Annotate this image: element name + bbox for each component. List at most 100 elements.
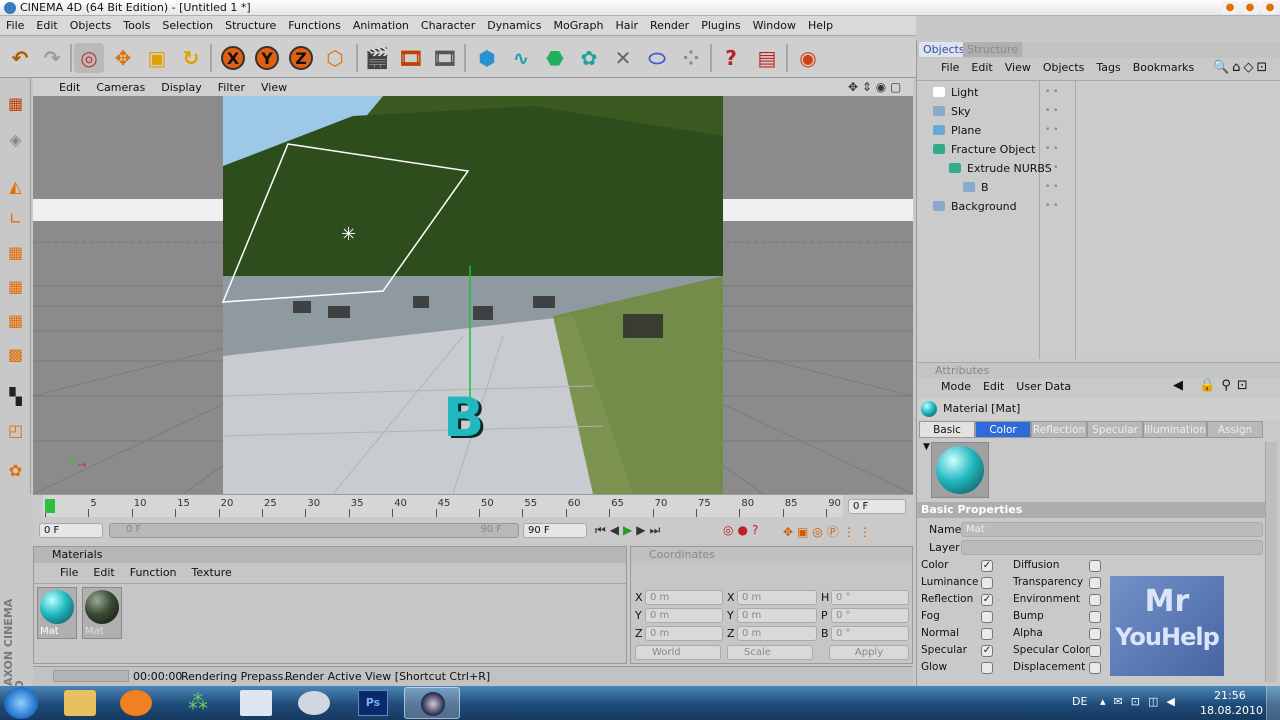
minimize-icon[interactable]: ● [1222, 1, 1238, 14]
live-selection-icon[interactable]: ◎ [74, 43, 104, 73]
render-view-icon[interactable]: 🎬 [362, 43, 392, 73]
object-row[interactable]: B • • [917, 178, 1280, 196]
close-icon[interactable]: ● [1262, 1, 1278, 14]
viewport-menu-view[interactable]: View [253, 81, 295, 94]
clock-date[interactable]: 18.08.2010 [1200, 704, 1263, 717]
scale-icon[interactable]: ▣ [142, 43, 172, 73]
menu-character[interactable]: Character [415, 19, 481, 32]
attr-tab-basic[interactable]: Basic [919, 421, 976, 438]
objects-menu-view[interactable]: View [1001, 61, 1039, 74]
polygons-mode-icon[interactable]: ▦ [3, 308, 28, 333]
name-field[interactable]: Mat [961, 522, 1263, 537]
channel-checkbox[interactable]: ✓ [981, 645, 993, 657]
objects-menu-edit[interactable]: Edit [967, 61, 1000, 74]
layout-icon[interactable]: ◉ [793, 43, 823, 73]
object-row[interactable]: Plane • • [917, 121, 1280, 139]
nurbs-icon[interactable]: ⬣ [540, 43, 570, 73]
channel-checkbox[interactable]: ✓ [981, 560, 993, 572]
visibility-dots-icon[interactable]: • • [1045, 144, 1058, 154]
x-axis-button[interactable]: X [218, 43, 248, 73]
playhead[interactable] [45, 499, 55, 513]
move-icon[interactable]: ✥ [108, 43, 138, 73]
document-taskbar-icon[interactable] [240, 690, 272, 716]
menu-edit[interactable]: Edit [30, 19, 63, 32]
environment-icon[interactable]: ⁘ [676, 43, 706, 73]
pos-x-field[interactable]: 0 m [645, 590, 723, 605]
rot-b-field[interactable]: 0 ° [831, 626, 909, 641]
material-thumb-1[interactable]: Mat [37, 587, 77, 639]
workplane-icon[interactable]: ◰ [3, 418, 28, 443]
tray-icons[interactable]: ▴✉⊡◫◀ [1100, 695, 1183, 708]
attr-tab-assign[interactable]: Assign [1207, 421, 1264, 438]
menu-hair[interactable]: Hair [609, 19, 644, 32]
show-desktop-button[interactable] [1266, 686, 1280, 720]
timeline-ruler[interactable]: 051015202530354045505560657075808590 [43, 495, 843, 517]
coordinate-system-select[interactable]: World [635, 645, 721, 660]
viewport-menu-cameras[interactable]: Cameras [88, 81, 153, 94]
channel-checkbox[interactable] [1089, 577, 1101, 589]
array-icon[interactable]: ✿ [574, 43, 604, 73]
channel-checkbox[interactable] [981, 662, 993, 674]
texture-mode-icon[interactable]: ▚ [3, 384, 28, 409]
snapping-icon[interactable]: ✿ [3, 458, 28, 483]
rot-h-field[interactable]: 0 ° [831, 590, 909, 605]
maximize-icon[interactable]: ● [1242, 1, 1258, 14]
channel-checkbox[interactable] [1089, 662, 1101, 674]
menu-functions[interactable]: Functions [282, 19, 347, 32]
coordinate-system-icon[interactable]: ⬡ [320, 43, 350, 73]
uvw-mode-icon[interactable]: ▩ [3, 342, 28, 367]
undo-icon[interactable]: ↶ [5, 43, 35, 73]
visibility-dots-icon[interactable]: • • [1045, 201, 1058, 211]
attributes-menu-edit[interactable]: Edit [979, 380, 1012, 393]
current-frame-field[interactable]: 0 F [848, 499, 906, 514]
media-player-taskbar-icon[interactable] [120, 690, 152, 716]
viewport-menu-edit[interactable]: Edit [51, 81, 88, 94]
visibility-dots-icon[interactable]: • • [1045, 125, 1058, 135]
keyframe-controls[interactable]: ✥▣◎Ⓟ⋮⋮ [783, 523, 875, 540]
objects-menu-bookmarks[interactable]: Bookmarks [1129, 61, 1202, 74]
apply-button[interactable]: Apply [829, 645, 909, 660]
clock-time[interactable]: 21:56 [1214, 689, 1246, 702]
language-indicator[interactable]: DE [1072, 695, 1087, 708]
objects-nav-icons[interactable]: 🔍⌂◇⊡ [1213, 60, 1270, 75]
range-slider[interactable]: 0 F 90 F [109, 523, 519, 538]
attr-tab-reflection[interactable]: Reflection [1031, 421, 1088, 438]
materials-menu-function[interactable]: Function [124, 566, 186, 579]
visibility-dots-icon[interactable]: • • [1045, 87, 1058, 97]
object-row[interactable]: Fracture Object • • [917, 140, 1280, 158]
menu-window[interactable]: Window [747, 19, 802, 32]
menu-plugins[interactable]: Plugins [695, 19, 746, 32]
script-icon[interactable]: ▤ [752, 43, 782, 73]
channel-checkbox[interactable] [1089, 594, 1101, 606]
channel-checkbox[interactable] [1089, 628, 1101, 640]
channel-checkbox[interactable] [981, 577, 993, 589]
viewport-menu-display[interactable]: Display [153, 81, 210, 94]
scene-icon[interactable]: ⬭ [642, 43, 672, 73]
rotate-icon[interactable]: ↻ [176, 43, 206, 73]
visibility-dots-icon[interactable]: • • [1045, 163, 1058, 173]
objects-menu-file[interactable]: File [937, 61, 967, 74]
menu-mograph[interactable]: MoGraph [547, 19, 609, 32]
menu-render[interactable]: Render [644, 19, 695, 32]
attributes-scrollbar[interactable] [1265, 442, 1277, 682]
attributes-menu-mode[interactable]: Mode [937, 380, 979, 393]
spline-icon[interactable]: ∿ [506, 43, 536, 73]
channel-checkbox[interactable] [981, 611, 993, 623]
menu-help[interactable]: Help [802, 19, 839, 32]
3d-viewport[interactable]: ✳ ↑ → B [33, 96, 913, 494]
viewport-layout-icon[interactable]: ▦ [3, 91, 28, 116]
menu-objects[interactable]: Objects [64, 19, 118, 32]
tab-objects[interactable]: Objects [919, 42, 969, 57]
materials-menu-file[interactable]: File [54, 566, 87, 579]
object-row[interactable]: Background • • [917, 197, 1280, 215]
pos-y-field[interactable]: 0 m [645, 608, 723, 623]
edges-mode-icon[interactable]: ▦ [3, 274, 28, 299]
objects-menu-tags[interactable]: Tags [1092, 61, 1128, 74]
z-axis-button[interactable]: Z [286, 43, 316, 73]
object-row[interactable]: Sky • • [917, 102, 1280, 120]
timeline[interactable]: 051015202530354045505560657075808590 0 F… [33, 494, 913, 542]
end-frame-field[interactable]: 90 F [523, 523, 587, 538]
size-z-field[interactable]: 0 m [737, 626, 817, 641]
preview-expand-icon[interactable]: ▼ [923, 442, 930, 452]
viewport-menu-filter[interactable]: Filter [210, 81, 253, 94]
